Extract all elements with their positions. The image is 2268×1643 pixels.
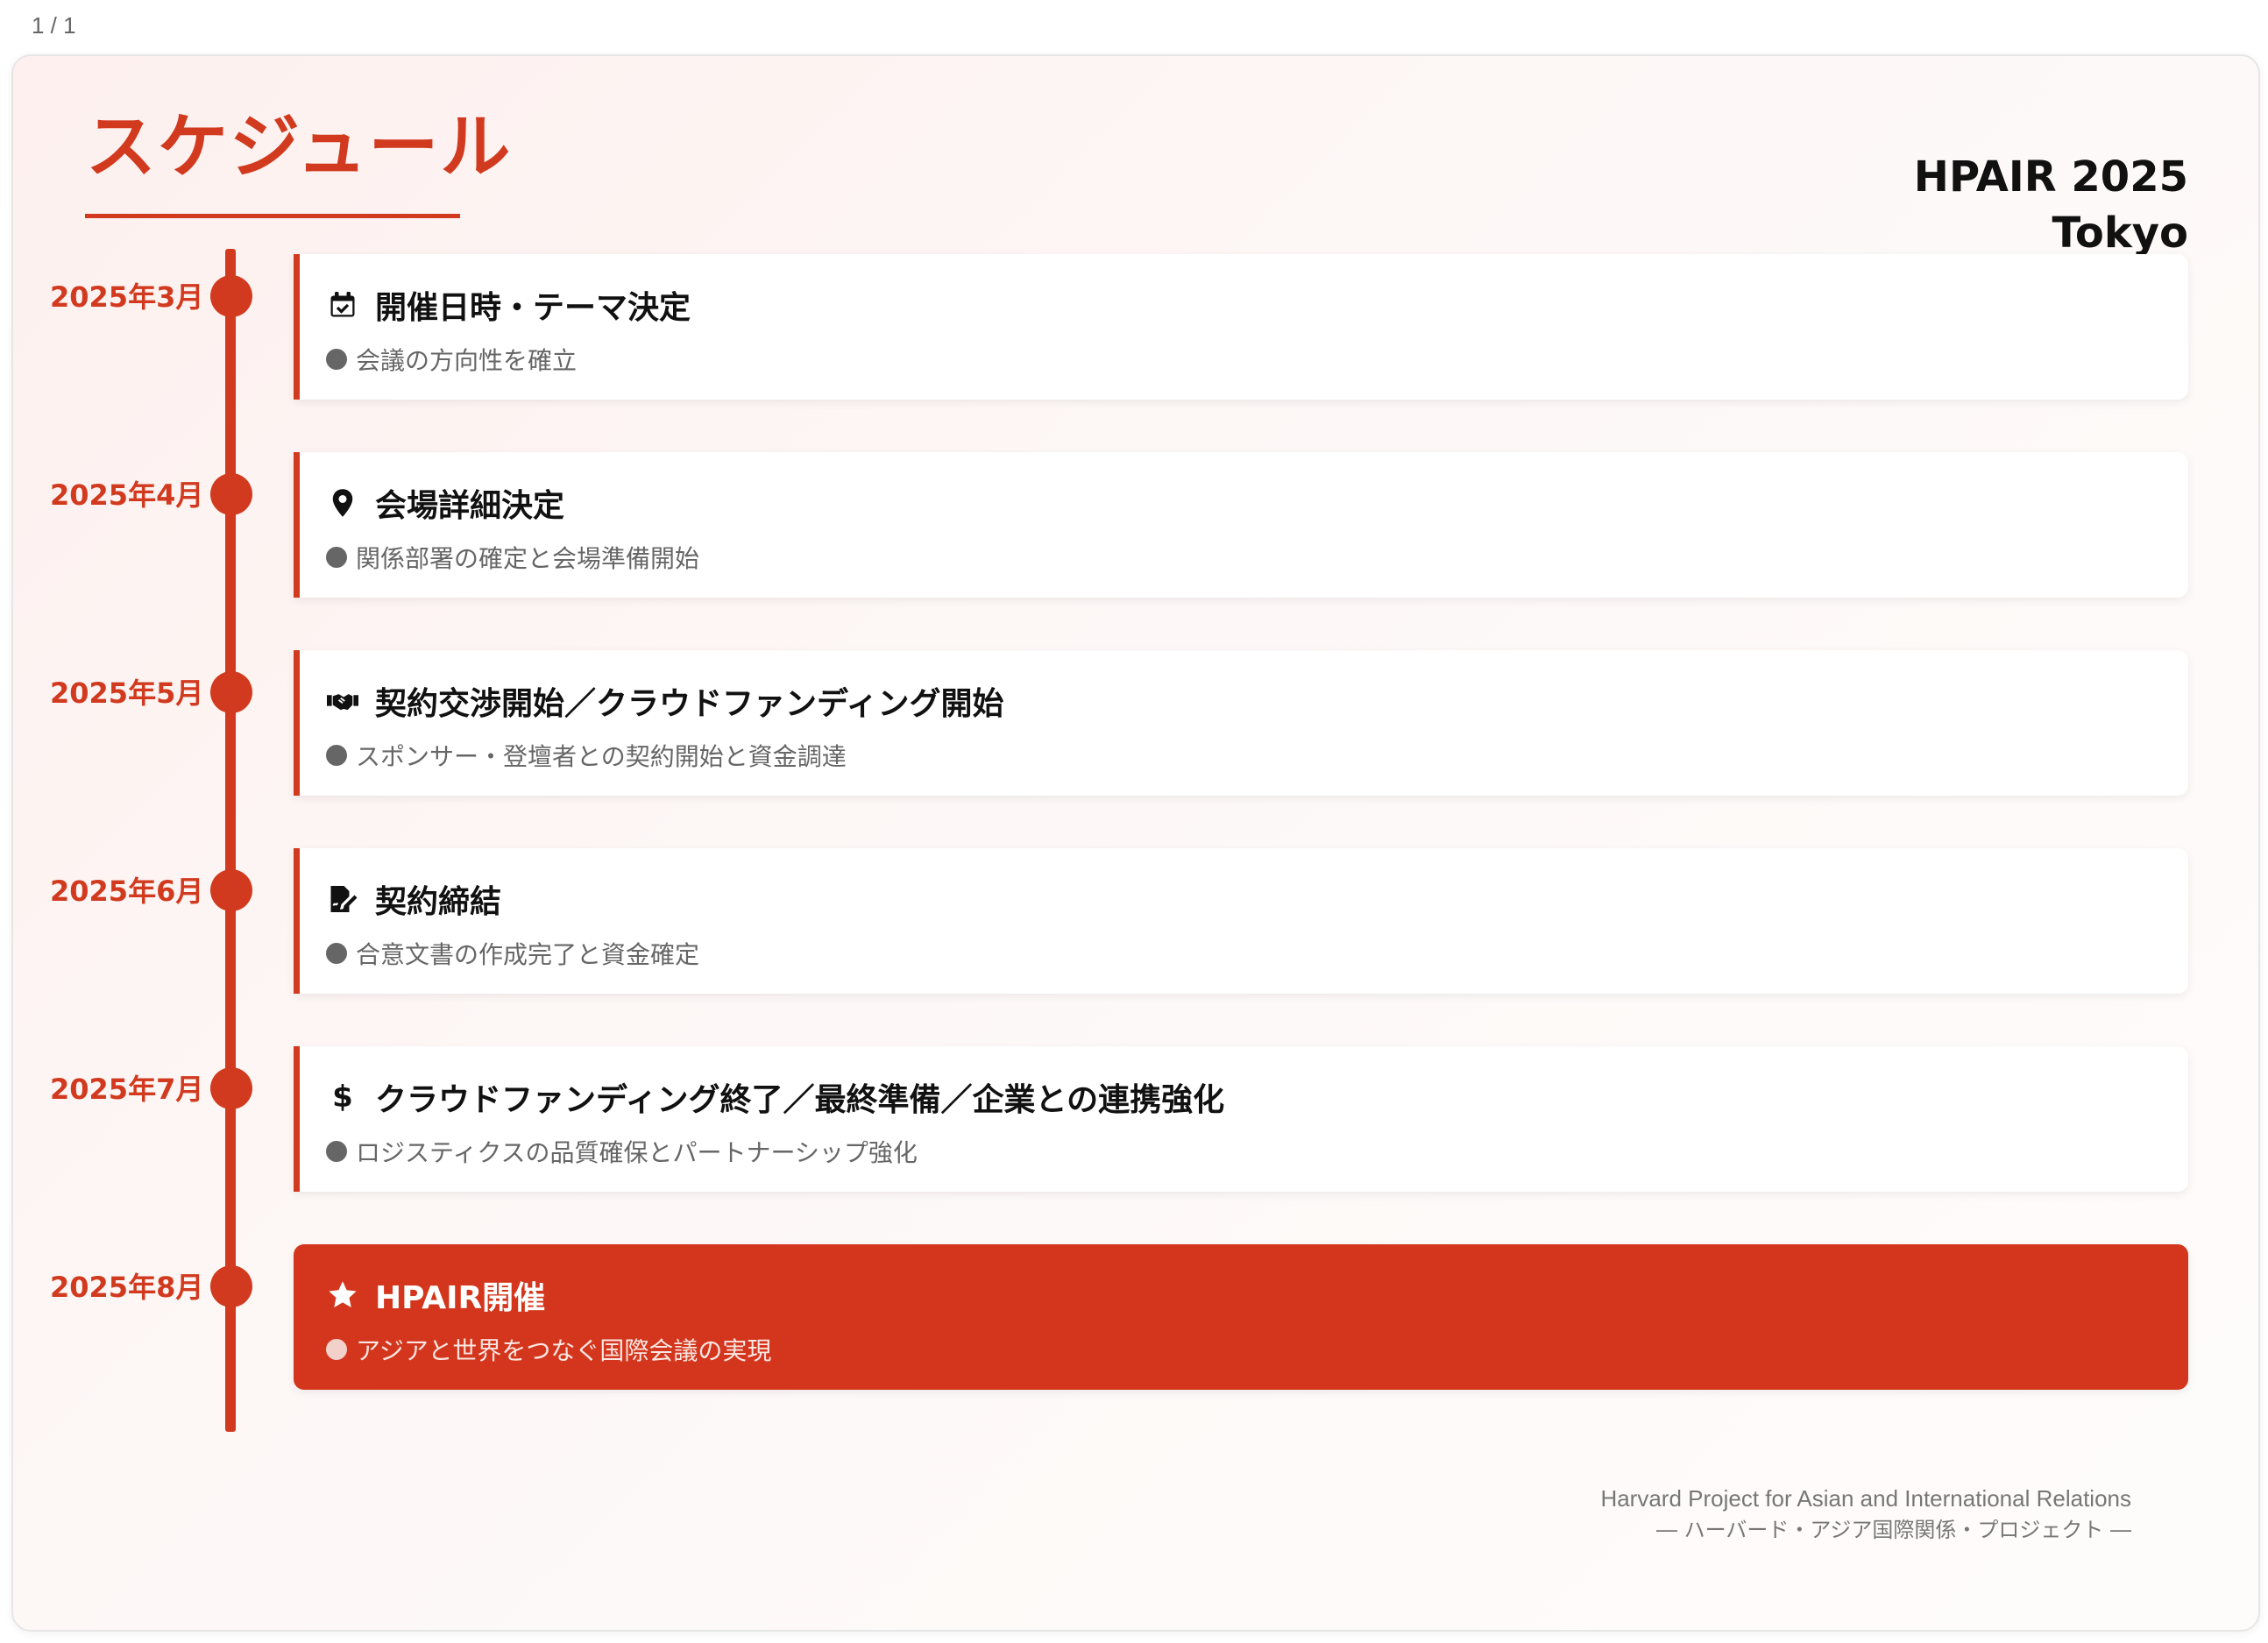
timeline-date: 2025年3月 bbox=[50, 280, 204, 314]
footer-line-jp: ― ハーバード・アジア国際関係・プロジェクト ― bbox=[1655, 1518, 2131, 1542]
file-signature-icon bbox=[326, 882, 359, 916]
timeline-card: 会場詳細決定 関係部署の確定と会場準備開始 bbox=[294, 452, 2188, 598]
brand-line-1: HPAIR 2025 bbox=[1913, 152, 2188, 202]
timeline-line bbox=[225, 249, 236, 1432]
timeline-card: 契約締結 合意文書の作成完了と資金確定 bbox=[294, 848, 2188, 994]
bullet-dot bbox=[326, 943, 347, 964]
timeline-dot bbox=[210, 869, 252, 911]
title-underline bbox=[85, 214, 460, 218]
card-title: 契約締結 bbox=[375, 884, 502, 920]
timeline-date: 2025年5月 bbox=[50, 676, 204, 710]
timeline-date: 2025年4月 bbox=[50, 478, 204, 512]
timeline-card-highlight: HPAIR開催 アジアと世界をつなぐ国際会議の実現 bbox=[294, 1244, 2188, 1390]
timeline-item: 2025年3月 開催日時・テーマ決定 会議の方向性を確立 bbox=[13, 254, 2258, 424]
card-description: アジアと世界をつなぐ国際会議の実現 bbox=[356, 1336, 772, 1365]
timeline-card: $ クラウドファンディング終了／最終準備／企業との連携強化 ロジスティクスの品質… bbox=[294, 1046, 2188, 1192]
timeline-date: 2025年6月 bbox=[50, 875, 204, 908]
timeline-dot bbox=[210, 473, 252, 515]
bullet-dot bbox=[326, 1339, 347, 1360]
timeline-dot bbox=[210, 671, 252, 713]
page-counter: 1 / 1 bbox=[32, 12, 76, 39]
card-title: 契約交渉開始／クラウドファンディング開始 bbox=[375, 686, 1004, 722]
card-title: 開催日時・テーマ決定 bbox=[375, 290, 691, 326]
brand-block: HPAIR 2025 Tokyo bbox=[1914, 149, 2188, 261]
timeline-item: 2025年4月 会場詳細決定 関係部署の確定と会場準備開始 bbox=[13, 452, 2258, 622]
timeline-item: 2025年6月 契約締結 合意文書の作成完了と資金確定 bbox=[13, 848, 2258, 1018]
map-pin-icon bbox=[326, 486, 359, 520]
page-title: スケジュール bbox=[86, 106, 513, 188]
timeline-dot bbox=[210, 1265, 252, 1307]
card-description: 会議の方向性を確立 bbox=[356, 346, 578, 375]
card-title: クラウドファンディング終了／最終準備／企業との連携強化 bbox=[375, 1082, 1225, 1118]
card-description: 関係部署の確定と会場準備開始 bbox=[356, 544, 700, 573]
star-icon bbox=[326, 1278, 359, 1312]
timeline-card: 開催日時・テーマ決定 会議の方向性を確立 bbox=[294, 254, 2188, 400]
card-title: 会場詳細決定 bbox=[375, 488, 565, 524]
timeline-card: 契約交渉開始／クラウドファンディング開始 スポンサー・登壇者との契約開始と資金調… bbox=[294, 650, 2188, 796]
footer: Harvard Project for Asian and Internatio… bbox=[1600, 1483, 2131, 1546]
bullet-dot bbox=[326, 547, 347, 568]
card-title: HPAIR開催 bbox=[375, 1280, 546, 1316]
timeline-item: 2025年7月 $ クラウドファンディング終了／最終準備／企業との連携強化 ロジ… bbox=[13, 1046, 2258, 1216]
timeline-dot bbox=[210, 1067, 252, 1109]
dollar-icon: $ bbox=[332, 1080, 353, 1115]
card-description: ロジスティクスの品質確保とパートナーシップ強化 bbox=[356, 1138, 918, 1167]
timeline-date: 2025年8月 bbox=[50, 1271, 204, 1304]
calendar-check-icon bbox=[326, 288, 359, 322]
card-description: スポンサー・登壇者との契約開始と資金調達 bbox=[356, 742, 847, 771]
brand-line-2: Tokyo bbox=[2052, 209, 2188, 258]
timeline-item: 2025年8月 HPAIR開催 アジアと世界をつなぐ国際会議の実現 bbox=[13, 1244, 2258, 1414]
bullet-dot bbox=[326, 745, 347, 766]
bullet-dot bbox=[326, 1141, 347, 1162]
card-description: 合意文書の作成完了と資金確定 bbox=[356, 940, 700, 969]
footer-line-en: Harvard Project for Asian and Internatio… bbox=[1600, 1485, 2131, 1512]
slide: スケジュール HPAIR 2025 Tokyo 2025年3月 開催日時・テーマ… bbox=[11, 54, 2260, 1632]
bullet-dot bbox=[326, 349, 347, 370]
timeline-item: 2025年5月 契約交渉開始／クラウドファンディング開始 スポンサー・登壇者との… bbox=[13, 650, 2258, 820]
timeline-dot bbox=[210, 275, 252, 317]
handshake-icon bbox=[326, 684, 359, 718]
timeline-date: 2025年7月 bbox=[50, 1073, 204, 1106]
